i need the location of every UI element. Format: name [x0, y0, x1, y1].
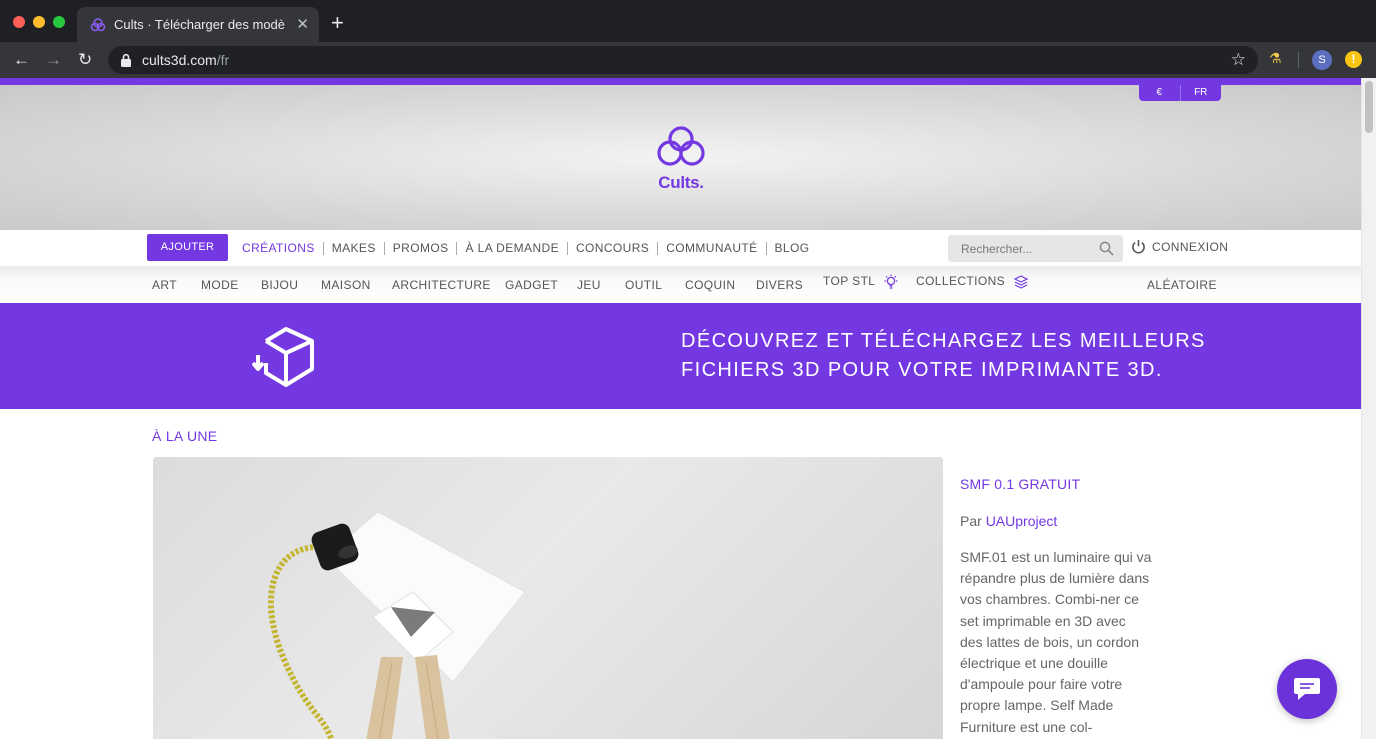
layers-icon: [1013, 275, 1029, 289]
author-prefix: Par: [960, 513, 982, 529]
category-top-stl[interactable]: TOP STL: [823, 274, 899, 290]
category-navigation: ART MODE BIJOU MAISON ARCHITECTURE GADGE…: [0, 266, 1361, 303]
featured-author-line: Par UAUproject: [960, 513, 1057, 529]
currency-selector[interactable]: €: [1139, 85, 1180, 101]
menu-divider: [383, 241, 385, 255]
new-tab-icon[interactable]: +: [331, 12, 344, 34]
browser-toolbar: ← → ↻ cults3d.com/fr ☆ ⚗: [0, 42, 1376, 78]
search-box: [948, 235, 1123, 262]
login-link[interactable]: CONNEXION: [1131, 239, 1228, 254]
cults-logo-icon: [657, 126, 705, 166]
category-outil[interactable]: OUTIL: [625, 278, 662, 292]
category-collections[interactable]: COLLECTIONS: [916, 274, 1029, 290]
chat-bubble-icon: [1294, 678, 1320, 700]
top-accent-strip: [0, 78, 1361, 85]
category-coquin[interactable]: COQUIN: [685, 278, 735, 292]
category-maison[interactable]: MAISON: [321, 278, 371, 292]
lock-icon: [121, 53, 131, 67]
category-gadget[interactable]: GADGET: [505, 278, 558, 292]
currency-language-switch: € FR: [1139, 85, 1221, 101]
power-icon: [1132, 240, 1145, 254]
banner-headline-line-2: FICHIERS 3D POUR VOTRE IMPRIMANTE 3D.: [681, 359, 1163, 381]
menu-item-communaute[interactable]: COMMUNAUTÉ: [666, 241, 757, 255]
main-menu: CRÉATIONS MAKES PROMOS À LA DEMANDE CONC…: [242, 230, 809, 266]
back-arrow-icon[interactable]: ←: [13, 50, 30, 70]
menu-divider: [566, 241, 568, 255]
browser-tab-strip: Cults · Télécharger des modè ✕ +: [0, 0, 1376, 42]
address-bar[interactable]: cults3d.com/fr ☆: [108, 46, 1258, 74]
menu-item-makes[interactable]: MAKES: [332, 241, 376, 255]
page-scrollbar[interactable]: [1361, 78, 1376, 739]
login-label: CONNEXION: [1152, 239, 1229, 254]
download-cube-icon: [252, 327, 314, 387]
lamp-illustration: [267, 511, 526, 739]
main-navigation: AJOUTER CRÉATIONS MAKES PROMOS À LA DEMA…: [0, 230, 1361, 266]
banner-headline-line-1: DÉCOUVREZ ET TÉLÉCHARGEZ LES MEILLEURS: [681, 330, 1206, 352]
browser-tab[interactable]: Cults · Télécharger des modè ✕: [77, 7, 319, 42]
reload-icon[interactable]: ↻: [78, 50, 92, 70]
category-art[interactable]: ART: [152, 278, 177, 292]
featured-image[interactable]: [153, 457, 943, 739]
toolbar-divider: [1298, 52, 1299, 68]
scrollbar-thumb[interactable]: [1365, 81, 1373, 133]
featured-title[interactable]: SMF 0.1 GRATUIT: [960, 476, 1080, 492]
menu-item-promos[interactable]: PROMOS: [393, 241, 449, 255]
url-host: cults3d.com: [142, 52, 217, 68]
maximize-window-button[interactable]: [53, 16, 65, 28]
menu-item-a-la-demande[interactable]: À LA DEMANDE: [465, 241, 559, 255]
cults-favicon-icon: [90, 18, 106, 32]
url-text: cults3d.com/fr: [142, 52, 229, 68]
search-icon[interactable]: [1099, 241, 1114, 256]
lightbulb-icon: [884, 274, 898, 289]
menu-divider: [456, 241, 458, 255]
cults-logo[interactable]: Cults.: [650, 123, 712, 193]
update-warning-icon[interactable]: !: [1345, 51, 1362, 68]
featured-description: SMF.01 est un luminaire qui va répandre …: [960, 549, 1152, 735]
collections-label: COLLECTIONS: [916, 274, 1006, 289]
chat-button[interactable]: [1277, 659, 1337, 719]
category-bijou[interactable]: BIJOU: [261, 278, 298, 292]
extension-flask-icon[interactable]: ⚗: [1269, 50, 1282, 67]
author-link[interactable]: UAUproject: [986, 513, 1058, 529]
minimize-window-button[interactable]: [33, 16, 45, 28]
close-tab-icon[interactable]: ✕: [296, 15, 309, 33]
top-stl-label: TOP STL: [823, 274, 875, 289]
profile-avatar[interactable]: S: [1312, 50, 1332, 70]
menu-item-concours[interactable]: CONCOURS: [576, 241, 649, 255]
category-jeu[interactable]: JEU: [577, 278, 601, 292]
bookmark-star-icon[interactable]: ☆: [1231, 50, 1246, 70]
menu-divider: [322, 241, 324, 255]
page-viewport: € FR Cults. AJOUTER CRÉATIONS MAKES PROM…: [0, 78, 1361, 739]
category-divers[interactable]: DIVERS: [756, 278, 803, 292]
tab-title: Cults · Télécharger des modè: [114, 17, 286, 32]
menu-divider: [765, 241, 767, 255]
close-window-button[interactable]: [13, 16, 25, 28]
menu-item-creations[interactable]: CRÉATIONS: [242, 241, 315, 255]
site-header: € FR Cults.: [0, 85, 1361, 230]
add-button[interactable]: AJOUTER: [147, 234, 228, 261]
category-random[interactable]: ALÉATOIRE: [1147, 278, 1217, 292]
menu-divider: [657, 241, 659, 255]
language-selector[interactable]: FR: [1179, 85, 1222, 101]
menu-item-blog[interactable]: BLOG: [775, 241, 810, 255]
hero-banner: DÉCOUVREZ ET TÉLÉCHARGEZ LES MEILLEURS F…: [0, 303, 1361, 409]
logo-text: Cults.: [658, 173, 704, 192]
forward-arrow-icon[interactable]: →: [45, 50, 62, 70]
category-architecture[interactable]: ARCHITECTURE: [392, 278, 491, 292]
search-input[interactable]: [948, 235, 1096, 262]
url-path: /fr: [216, 52, 230, 68]
category-mode[interactable]: MODE: [201, 278, 239, 292]
featured-section-title: À LA UNE: [152, 428, 218, 444]
